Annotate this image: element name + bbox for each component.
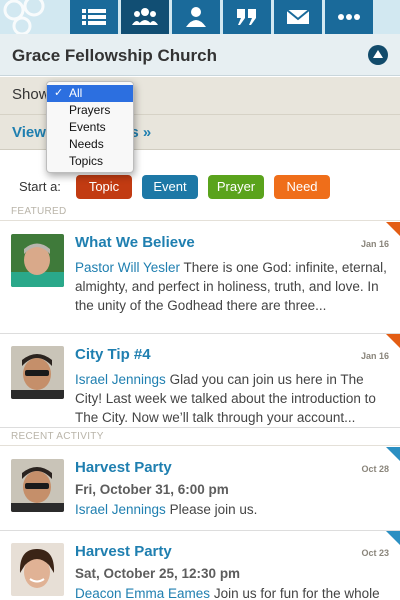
tab-profile[interactable]: [172, 0, 220, 34]
event-corner-flag: [386, 531, 400, 545]
start-a-row: Start a: Topic Event Prayer Need: [0, 170, 400, 204]
item-body: Deacon Emma Eames Join us for fun for th…: [75, 584, 390, 600]
feed-item[interactable]: Harvest Party Oct 28 Fri, October 31, 6:…: [0, 447, 400, 531]
avatar: [11, 346, 64, 399]
item-author[interactable]: Deacon Emma Eames: [75, 586, 210, 600]
more-icon: [338, 14, 360, 20]
top-nav-bar: [0, 0, 400, 41]
start-event-button[interactable]: Event: [142, 175, 198, 199]
avatar: [11, 543, 64, 596]
logo-icon: [3, 0, 45, 34]
item-body: Israel Jennings Please join us.: [75, 500, 390, 519]
item-date: Oct 28: [361, 464, 389, 474]
page-title: Grace Fellowship Church: [12, 46, 217, 65]
item-body: Israel Jennings Glad you can join us her…: [75, 370, 390, 427]
item-date: Jan 16: [360, 351, 389, 361]
filter-option-prayers[interactable]: Prayers: [47, 102, 133, 119]
collapse-up-icon[interactable]: [368, 45, 388, 65]
section-header-recent-activity: RECENT ACTIVITY: [0, 428, 400, 446]
start-a-label: Start a:: [19, 179, 61, 194]
checkmark-icon: ✓: [54, 87, 64, 99]
item-author[interactable]: Pastor Will Yesler: [75, 260, 180, 275]
filter-option-topics[interactable]: Topics: [47, 153, 133, 170]
item-event-time: Fri, October 31, 6:00 pm: [75, 482, 229, 497]
feed-item[interactable]: City Tip #4 Jan 16 Israel Jennings Glad …: [0, 334, 400, 428]
item-text: Join us for fun for the whole: [210, 586, 380, 600]
item-date: Jan 16: [360, 239, 389, 249]
item-date: Oct 23: [361, 548, 389, 558]
avatar: [11, 459, 64, 512]
avatar: [11, 234, 64, 287]
featured-corner-flag: [386, 222, 400, 236]
tab-messages[interactable]: [274, 0, 322, 34]
item-author[interactable]: Israel Jennings: [75, 502, 166, 517]
item-title[interactable]: Harvest Party: [75, 459, 172, 476]
feed-item[interactable]: Harvest Party Oct 23 Sat, October 25, 12…: [0, 531, 400, 600]
start-topic-button[interactable]: Topic: [76, 175, 132, 199]
item-text: Please join us.: [165, 502, 258, 517]
item-author[interactable]: Israel Jennings: [75, 372, 166, 387]
filter-dropdown-menu[interactable]: ✓ All Prayers Events Needs Topics: [46, 81, 134, 173]
tab-quotes[interactable]: [223, 0, 271, 34]
tab-groups[interactable]: [121, 0, 169, 41]
item-event-time: Sat, October 25, 12:30 pm: [75, 566, 241, 581]
envelope-icon: [286, 9, 310, 24]
featured-corner-flag: [386, 334, 400, 348]
show-label: Show: [12, 86, 50, 103]
quote-icon: [237, 9, 256, 25]
filter-option-needs[interactable]: Needs: [47, 136, 133, 153]
group-icon: [132, 8, 158, 25]
item-title[interactable]: Harvest Party: [75, 543, 172, 560]
feed-item[interactable]: What We Believe Jan 16 Pastor Will Yesle…: [0, 222, 400, 334]
list-icon: [82, 9, 106, 25]
page-header: Grace Fellowship Church: [0, 34, 400, 76]
event-corner-flag: [386, 447, 400, 461]
tab-more[interactable]: [325, 0, 373, 34]
section-header-featured: FEATURED: [0, 203, 400, 221]
item-body: Pastor Will Yesler There is one God: inf…: [75, 258, 390, 315]
person-icon: [186, 7, 206, 27]
filter-option-all[interactable]: ✓ All: [47, 85, 133, 102]
item-title[interactable]: What We Believe: [75, 234, 195, 251]
start-need-button[interactable]: Need: [274, 175, 330, 199]
start-prayer-button[interactable]: Prayer: [208, 175, 264, 199]
item-title[interactable]: City Tip #4: [75, 346, 151, 363]
filter-option-events[interactable]: Events: [47, 119, 133, 136]
tab-list[interactable]: [70, 0, 118, 34]
